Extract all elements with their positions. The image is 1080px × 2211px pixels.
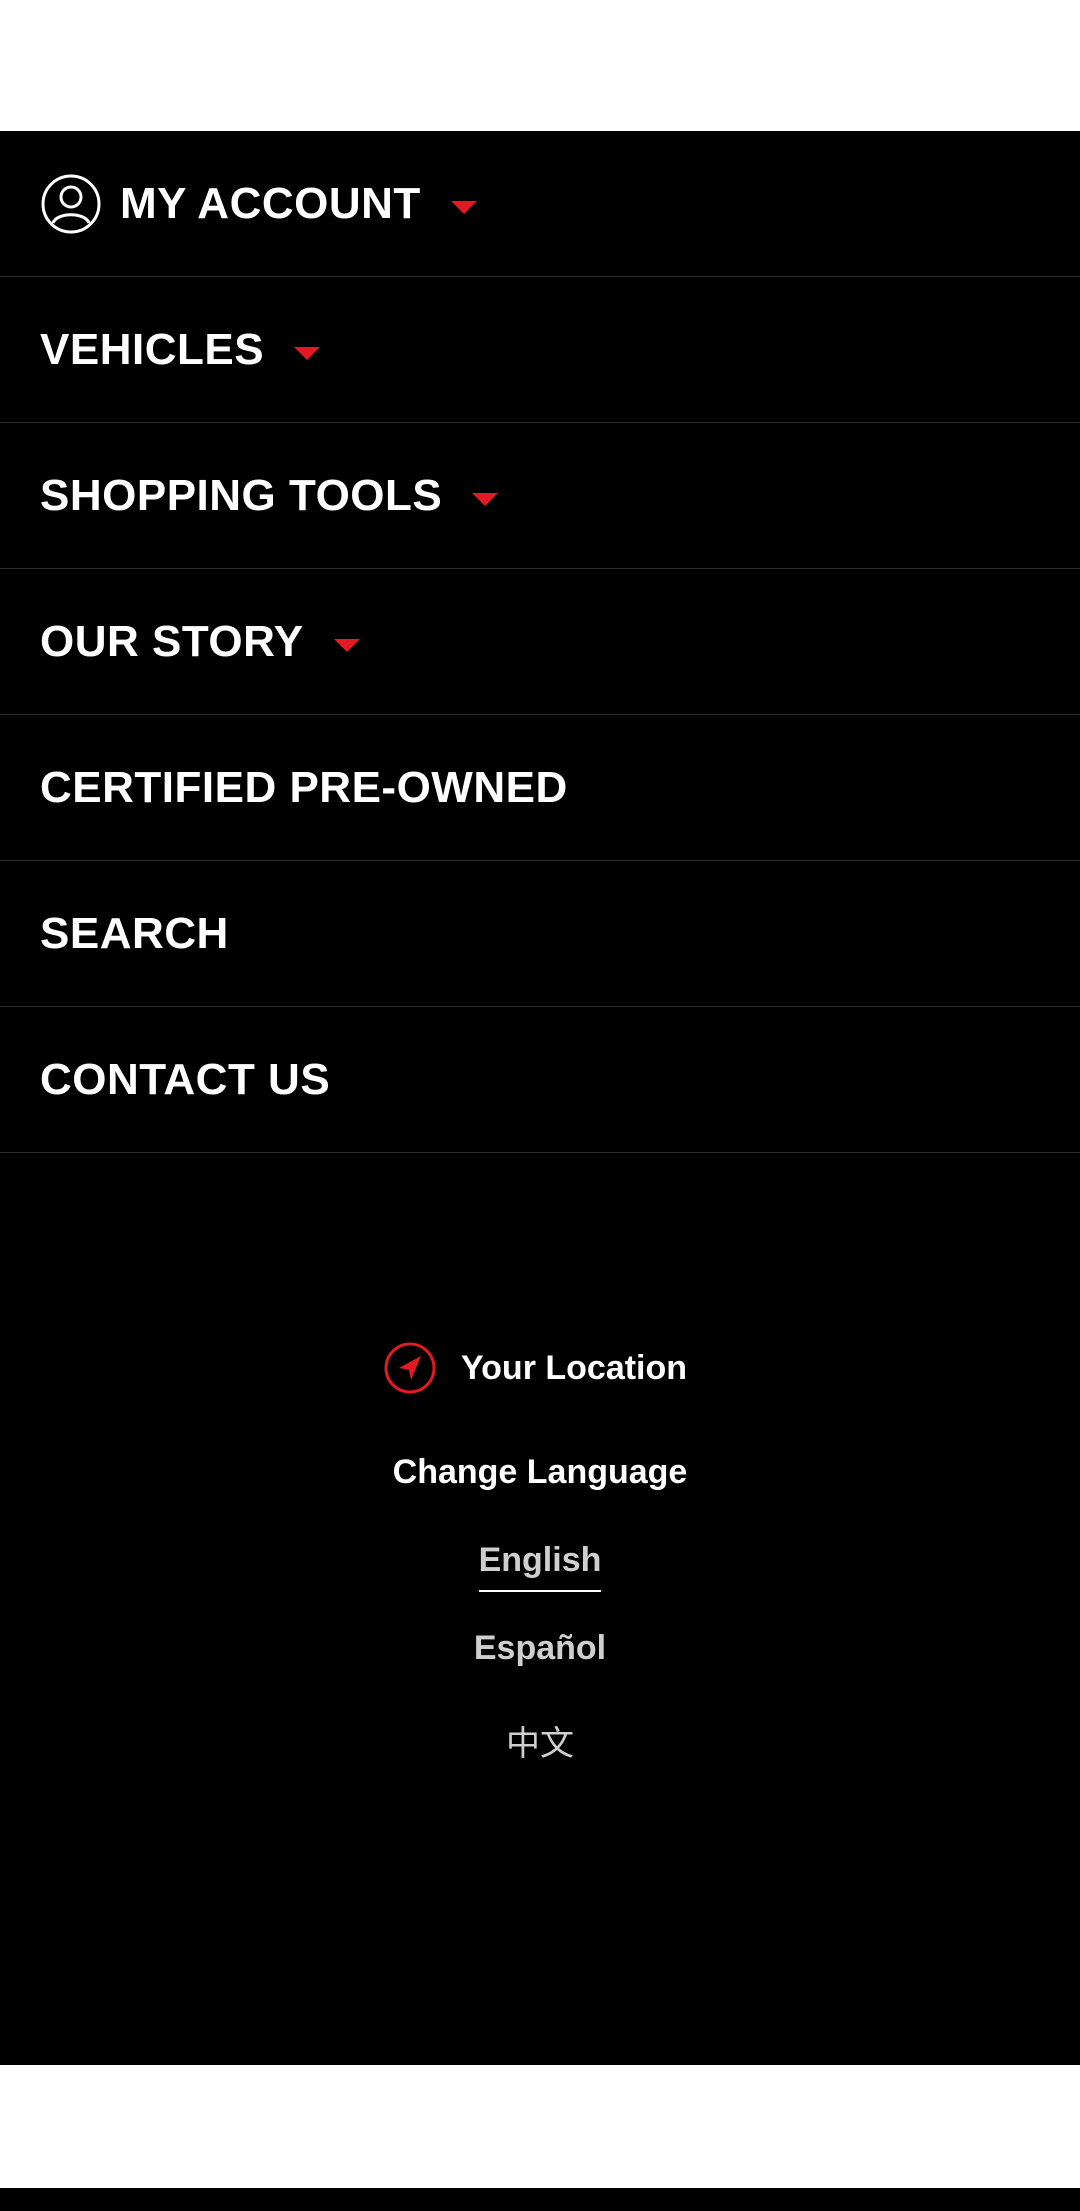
nav-item-search[interactable]: SEARCH xyxy=(0,861,1080,1007)
language-option-chinese[interactable]: 中文 xyxy=(0,1716,1080,1765)
nav-label-certified-pre-owned: CERTIFIED PRE-OWNED xyxy=(40,762,568,812)
nav-item-vehicles[interactable]: VEHICLES xyxy=(0,277,1080,423)
nav-item-contact-us[interactable]: CONTACT US xyxy=(0,1007,1080,1153)
language-option-english-label: English xyxy=(478,1541,602,1592)
nav-item-our-story[interactable]: OUR STORY xyxy=(0,569,1080,715)
your-location-label: Your Location xyxy=(461,1348,688,1387)
bottom-bar xyxy=(0,2188,1080,2211)
nav-label-shopping-tools: SHOPPING TOOLS xyxy=(40,470,443,520)
chevron-down-icon xyxy=(450,201,477,214)
nav-list: MY ACCOUNT VEHICLES SHOPPING TOOLS OUR S… xyxy=(0,131,1080,1153)
user-circle-icon xyxy=(41,174,101,233)
nav-item-shopping-tools[interactable]: SHOPPING TOOLS xyxy=(0,423,1080,569)
nav-label-contact-us: CONTACT US xyxy=(40,1054,331,1104)
nav-label-our-story: OUR STORY xyxy=(40,616,304,666)
language-option-english[interactable]: English xyxy=(0,1541,1080,1592)
language-option-chinese-label: 中文 xyxy=(506,1724,574,1764)
location-arrow-icon xyxy=(384,1342,436,1394)
chevron-down-icon xyxy=(333,639,360,652)
top-bar xyxy=(0,0,1080,131)
your-location-link[interactable]: Your Location xyxy=(383,1341,687,1395)
language-option-spanish-label: Español xyxy=(473,1629,607,1667)
chevron-down-icon xyxy=(472,493,499,506)
change-language-title: Change Language xyxy=(392,1453,688,1491)
nav-label-my-account: MY ACCOUNT xyxy=(120,178,421,228)
nav-item-my-account[interactable]: MY ACCOUNT xyxy=(0,131,1080,277)
nav-label-search: SEARCH xyxy=(40,908,229,958)
nav-item-certified-pre-owned[interactable]: CERTIFIED PRE-OWNED xyxy=(0,715,1080,861)
chevron-down-icon xyxy=(294,347,321,360)
language-option-spanish[interactable]: Español xyxy=(0,1629,1080,1668)
nav-label-vehicles: VEHICLES xyxy=(40,324,265,374)
navigation-menu: MY ACCOUNT VEHICLES SHOPPING TOOLS OUR S… xyxy=(0,131,1080,2065)
